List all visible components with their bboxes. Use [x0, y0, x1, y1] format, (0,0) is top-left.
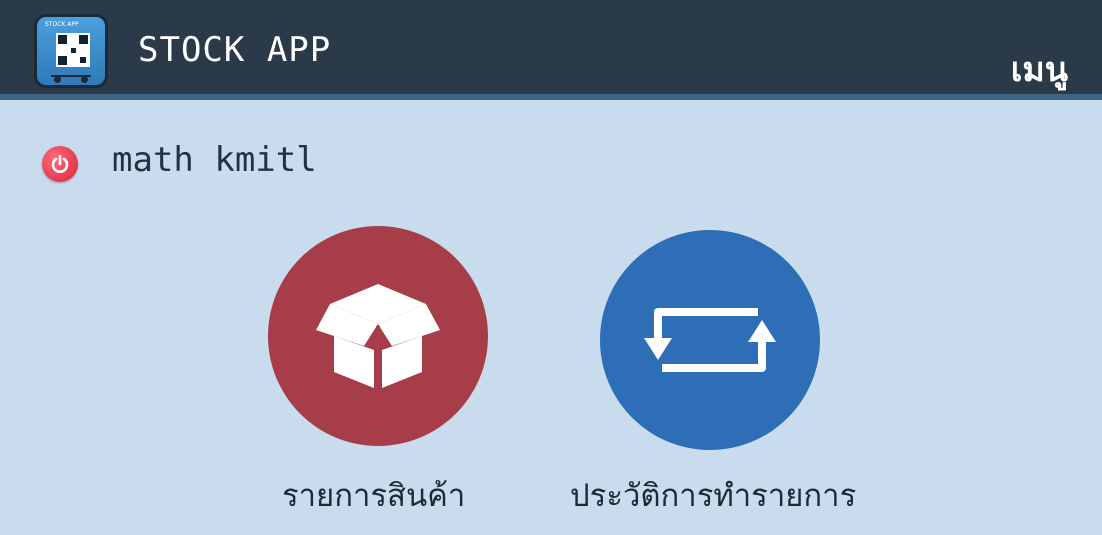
history-label[interactable]: ประวัติการทำรายการ: [570, 470, 856, 520]
app-title: STOCK APP: [138, 30, 332, 70]
cart-icon: [51, 67, 91, 83]
products-button[interactable]: [268, 226, 488, 446]
app-header: STOCK APP STOCK APP เมนู: [0, 0, 1102, 100]
refresh-cycle-icon: [644, 308, 776, 372]
box-icon: [316, 284, 440, 388]
qr-code-icon: [56, 33, 90, 67]
products-label[interactable]: รายการสินค้า: [282, 470, 465, 520]
power-icon[interactable]: [42, 146, 78, 182]
user-name: math kmitl: [112, 140, 317, 180]
logo-text: STOCK APP: [45, 21, 79, 28]
menu-button[interactable]: เมนู: [1011, 42, 1068, 96]
history-button[interactable]: [600, 230, 820, 450]
app-logo: STOCK APP: [34, 14, 108, 88]
